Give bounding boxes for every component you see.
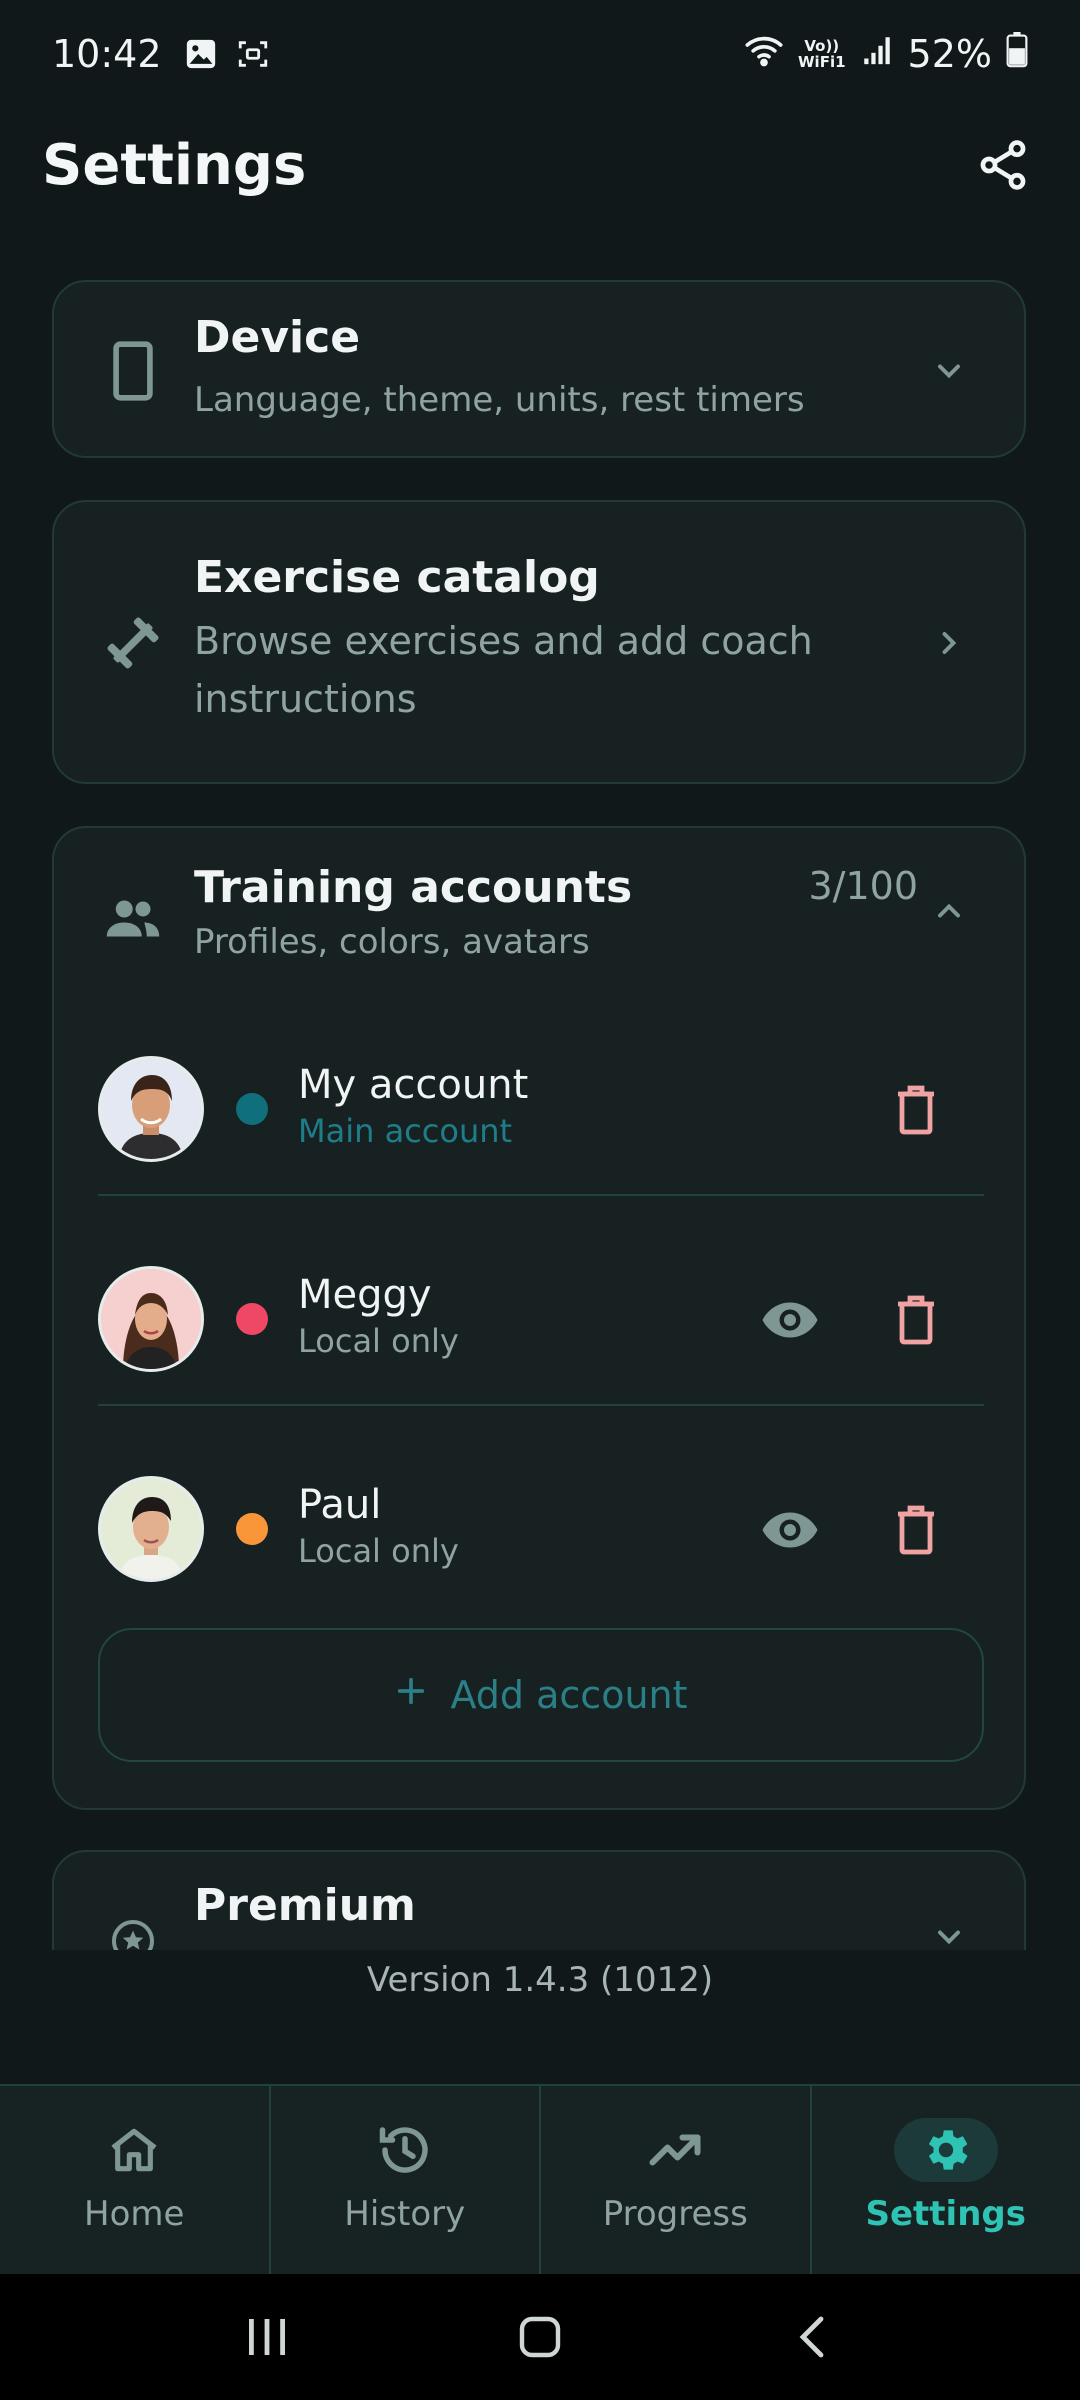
delete-icon[interactable] <box>886 1500 946 1560</box>
nav-label: History <box>344 2194 466 2234</box>
account-row[interactable]: My account Main account <box>98 1004 984 1214</box>
account-color-dot <box>236 1303 268 1335</box>
delete-icon[interactable] <box>886 1290 946 1350</box>
screen-capture-icon <box>236 37 270 71</box>
volte-indicator: Vo)) WiFi1 <box>798 37 846 71</box>
account-row[interactable]: Meggy Local only <box>98 1214 984 1424</box>
app-header: Settings <box>0 110 1080 220</box>
avatar <box>98 1476 204 1582</box>
nav-label: Progress <box>602 2194 748 2234</box>
battery-icon <box>1006 31 1028 77</box>
status-bar: 10:42 Vo)) WiFi1 52% <box>0 0 1080 108</box>
recents-icon[interactable] <box>227 2297 307 2377</box>
battery-text: 52% <box>907 32 992 76</box>
home-icon <box>82 2118 186 2182</box>
signal-icon <box>860 32 894 76</box>
phone-icon <box>98 336 168 406</box>
account-name: Paul <box>298 1482 382 1528</box>
page-title: Settings <box>42 132 307 198</box>
device-subtitle: Language, theme, units, rest timers <box>194 380 805 420</box>
bottom-nav: Home History Progress Settings <box>0 2084 1080 2274</box>
chevron-right-icon[interactable] <box>924 618 974 668</box>
nav-home[interactable]: Home <box>0 2086 271 2274</box>
account-role: Main account <box>298 1112 513 1150</box>
training-accounts-title: Training accounts <box>194 862 633 913</box>
nav-label: Settings <box>865 2194 1027 2234</box>
gallery-icon <box>184 37 218 71</box>
account-count: 3/100 <box>808 864 918 908</box>
chevron-down-icon[interactable] <box>924 346 974 396</box>
share-icon[interactable] <box>968 130 1038 200</box>
account-row[interactable]: Paul Local only <box>98 1424 984 1634</box>
dumbbell-icon <box>98 608 168 678</box>
exercise-catalog-title: Exercise catalog <box>194 552 600 603</box>
account-role: Local only <box>298 1532 459 1570</box>
account-color-dot <box>236 1093 268 1125</box>
account-name: My account <box>298 1062 529 1108</box>
add-account-label: Add account <box>450 1673 688 1717</box>
add-account-button[interactable]: Add account <box>98 1628 984 1762</box>
nav-history[interactable]: History <box>271 2086 541 2274</box>
system-nav <box>0 2274 1080 2400</box>
nav-label: Home <box>84 2194 185 2234</box>
premium-title: Premium <box>194 1880 416 1931</box>
wifi-icon <box>744 32 784 76</box>
people-icon <box>98 884 168 954</box>
gear-icon <box>893 2118 998 2182</box>
home-button-icon[interactable] <box>500 2297 580 2377</box>
training-accounts-subtitle: Profiles, colors, avatars <box>194 922 590 962</box>
avatar <box>98 1266 204 1372</box>
training-accounts-card: Training accounts Profiles, colors, avat… <box>52 826 1026 1810</box>
eye-icon[interactable] <box>760 1290 820 1350</box>
exercise-catalog-card[interactable]: Exercise catalog Browse exercises and ad… <box>52 500 1026 784</box>
divider <box>98 1404 984 1406</box>
back-icon[interactable] <box>773 2297 853 2377</box>
device-title: Device <box>194 312 361 363</box>
divider <box>98 1194 984 1196</box>
trending-up-icon <box>623 2118 727 2182</box>
star-badge-icon <box>98 1906 168 1950</box>
nav-settings[interactable]: Settings <box>812 2086 1080 2274</box>
account-color-dot <box>236 1513 268 1545</box>
nav-progress[interactable]: Progress <box>541 2086 812 2274</box>
exercise-catalog-subtitle: Browse exercises and add coach instructi… <box>194 619 813 721</box>
history-icon <box>353 2118 457 2182</box>
avatar <box>98 1056 204 1162</box>
premium-card[interactable]: Premium <box>52 1850 1026 1950</box>
chevron-down-icon[interactable] <box>924 1912 974 1950</box>
chevron-up-icon[interactable] <box>924 886 974 936</box>
delete-icon[interactable] <box>886 1080 946 1140</box>
status-time: 10:42 <box>52 32 162 76</box>
version-label: Version 1.4.3 (1012) <box>366 1960 714 2000</box>
account-name: Meggy <box>298 1272 432 1318</box>
settings-list[interactable]: Device Language, theme, units, rest time… <box>0 270 1080 1950</box>
device-card[interactable]: Device Language, theme, units, rest time… <box>52 280 1026 458</box>
plus-icon <box>394 1673 428 1717</box>
eye-icon[interactable] <box>760 1500 820 1560</box>
account-role: Local only <box>298 1322 459 1360</box>
